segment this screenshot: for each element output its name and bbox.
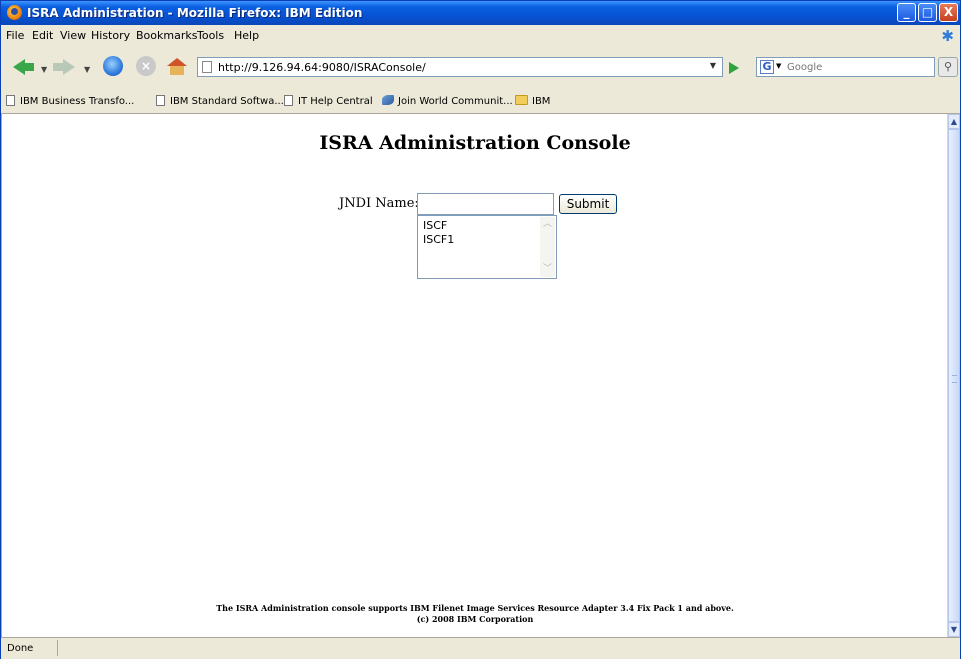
page-title: ISRA Administration Console: [319, 132, 631, 154]
menu-tools[interactable]: Tools: [197, 29, 224, 42]
page-icon: [6, 95, 15, 106]
google-engine-icon[interactable]: G: [760, 60, 774, 74]
navigation-toolbar: ▼ ▼ × ▼ G ▼ ⚲: [1, 45, 960, 89]
menu-edit[interactable]: Edit: [32, 29, 53, 42]
page-footer: The ISRA Administration console supports…: [2, 603, 948, 625]
bookmark-item[interactable]: IBM Business Transfo...: [6, 95, 134, 107]
minimize-button[interactable]: _: [897, 3, 916, 22]
bookmark-label: IBM Business Transfo...: [20, 96, 135, 107]
page-icon: [202, 61, 212, 73]
bookmark-label: IBM: [532, 96, 551, 107]
bookmark-item[interactable]: IBM Standard Softwa...: [156, 95, 284, 107]
back-arrow-icon: [13, 59, 34, 75]
close-button[interactable]: X: [939, 3, 958, 22]
page-scrollbar[interactable]: ▲ ▼: [947, 114, 960, 637]
search-magnifier-icon[interactable]: ⚲: [938, 57, 958, 77]
forward-button[interactable]: [51, 54, 79, 80]
list-item[interactable]: ISCF: [423, 219, 447, 232]
jndi-suggestion-list[interactable]: ISCF ISCF1 ︿ ﹀: [417, 215, 557, 279]
bookmark-label: IBM Standard Softwa...: [170, 96, 284, 107]
bookmark-item[interactable]: Join World Communit...: [382, 95, 513, 107]
title-bar[interactable]: ISRA Administration - Mozilla Firefox: I…: [1, 1, 960, 25]
menu-bar: File Edit View History Bookmarks Tools H…: [1, 25, 960, 45]
menu-view[interactable]: View: [60, 29, 86, 42]
back-history-dropdown-icon[interactable]: ▼: [41, 65, 47, 74]
status-text: Done: [7, 643, 34, 654]
url-input[interactable]: [218, 59, 688, 75]
reload-button[interactable]: [101, 54, 129, 80]
address-bar[interactable]: ▼: [197, 57, 723, 77]
status-bar: Done: [1, 637, 960, 659]
scroll-down-icon[interactable]: ▼: [948, 622, 960, 637]
throbber-icon: ✱: [941, 27, 954, 45]
forward-arrow-icon: [53, 59, 75, 75]
status-divider: [57, 640, 58, 656]
menu-file[interactable]: File: [6, 29, 24, 42]
menu-help[interactable]: Help: [234, 29, 259, 42]
firefox-icon: [7, 5, 22, 20]
bookmark-folder[interactable]: IBM: [515, 95, 550, 107]
forward-history-dropdown-icon[interactable]: ▼: [84, 65, 90, 74]
bookmarks-toolbar: IBM Business Transfo... IBM Standard Sof…: [1, 89, 960, 114]
scroll-down-icon[interactable]: ﹀: [540, 262, 555, 277]
jndi-name-label: JNDI Name:: [339, 196, 419, 211]
bookmark-label: Join World Communit...: [398, 96, 513, 107]
scroll-up-icon[interactable]: ︿: [540, 217, 555, 232]
menu-history[interactable]: History: [91, 29, 130, 42]
back-button[interactable]: [11, 54, 39, 80]
search-engine-dropdown-icon[interactable]: ▼: [776, 62, 781, 70]
submit-button[interactable]: Submit: [559, 194, 617, 214]
maximize-button[interactable]: □: [918, 3, 937, 22]
window-title: ISRA Administration - Mozilla Firefox: I…: [27, 6, 363, 20]
jndi-name-input[interactable]: [417, 193, 554, 215]
bookmark-item[interactable]: IT Help Central: [284, 95, 373, 107]
stop-icon: ×: [136, 56, 156, 76]
menu-bookmarks[interactable]: Bookmarks: [136, 29, 197, 42]
folder-icon: [515, 95, 528, 105]
bookmark-label: IT Help Central: [298, 96, 373, 107]
go-arrow-icon[interactable]: [729, 62, 739, 74]
url-history-dropdown-icon[interactable]: ▼: [710, 61, 716, 70]
page-icon: [156, 95, 165, 106]
footer-support-text: The ISRA Administration console supports…: [216, 603, 734, 613]
search-input[interactable]: [787, 59, 927, 75]
home-button[interactable]: [165, 54, 193, 80]
stop-button[interactable]: ×: [134, 54, 162, 80]
scroll-up-icon[interactable]: ▲: [948, 114, 960, 129]
list-scrollbar[interactable]: ︿ ﹀: [540, 217, 555, 277]
reload-icon: [103, 56, 123, 76]
scrollbar-grip-icon: [952, 375, 957, 383]
home-icon: [167, 58, 187, 75]
page-icon: [284, 95, 293, 106]
search-bar[interactable]: G ▼: [756, 57, 935, 77]
footer-copyright: (c) 2008 IBM Corporation: [416, 614, 534, 624]
scrollbar-thumb[interactable]: [948, 129, 960, 622]
page-content: ISRA Administration Console JNDI Name: S…: [1, 114, 947, 637]
list-item[interactable]: ISCF1: [423, 233, 454, 246]
browser-window: ISRA Administration - Mozilla Firefox: I…: [0, 0, 961, 659]
world-community-icon: [382, 95, 394, 105]
